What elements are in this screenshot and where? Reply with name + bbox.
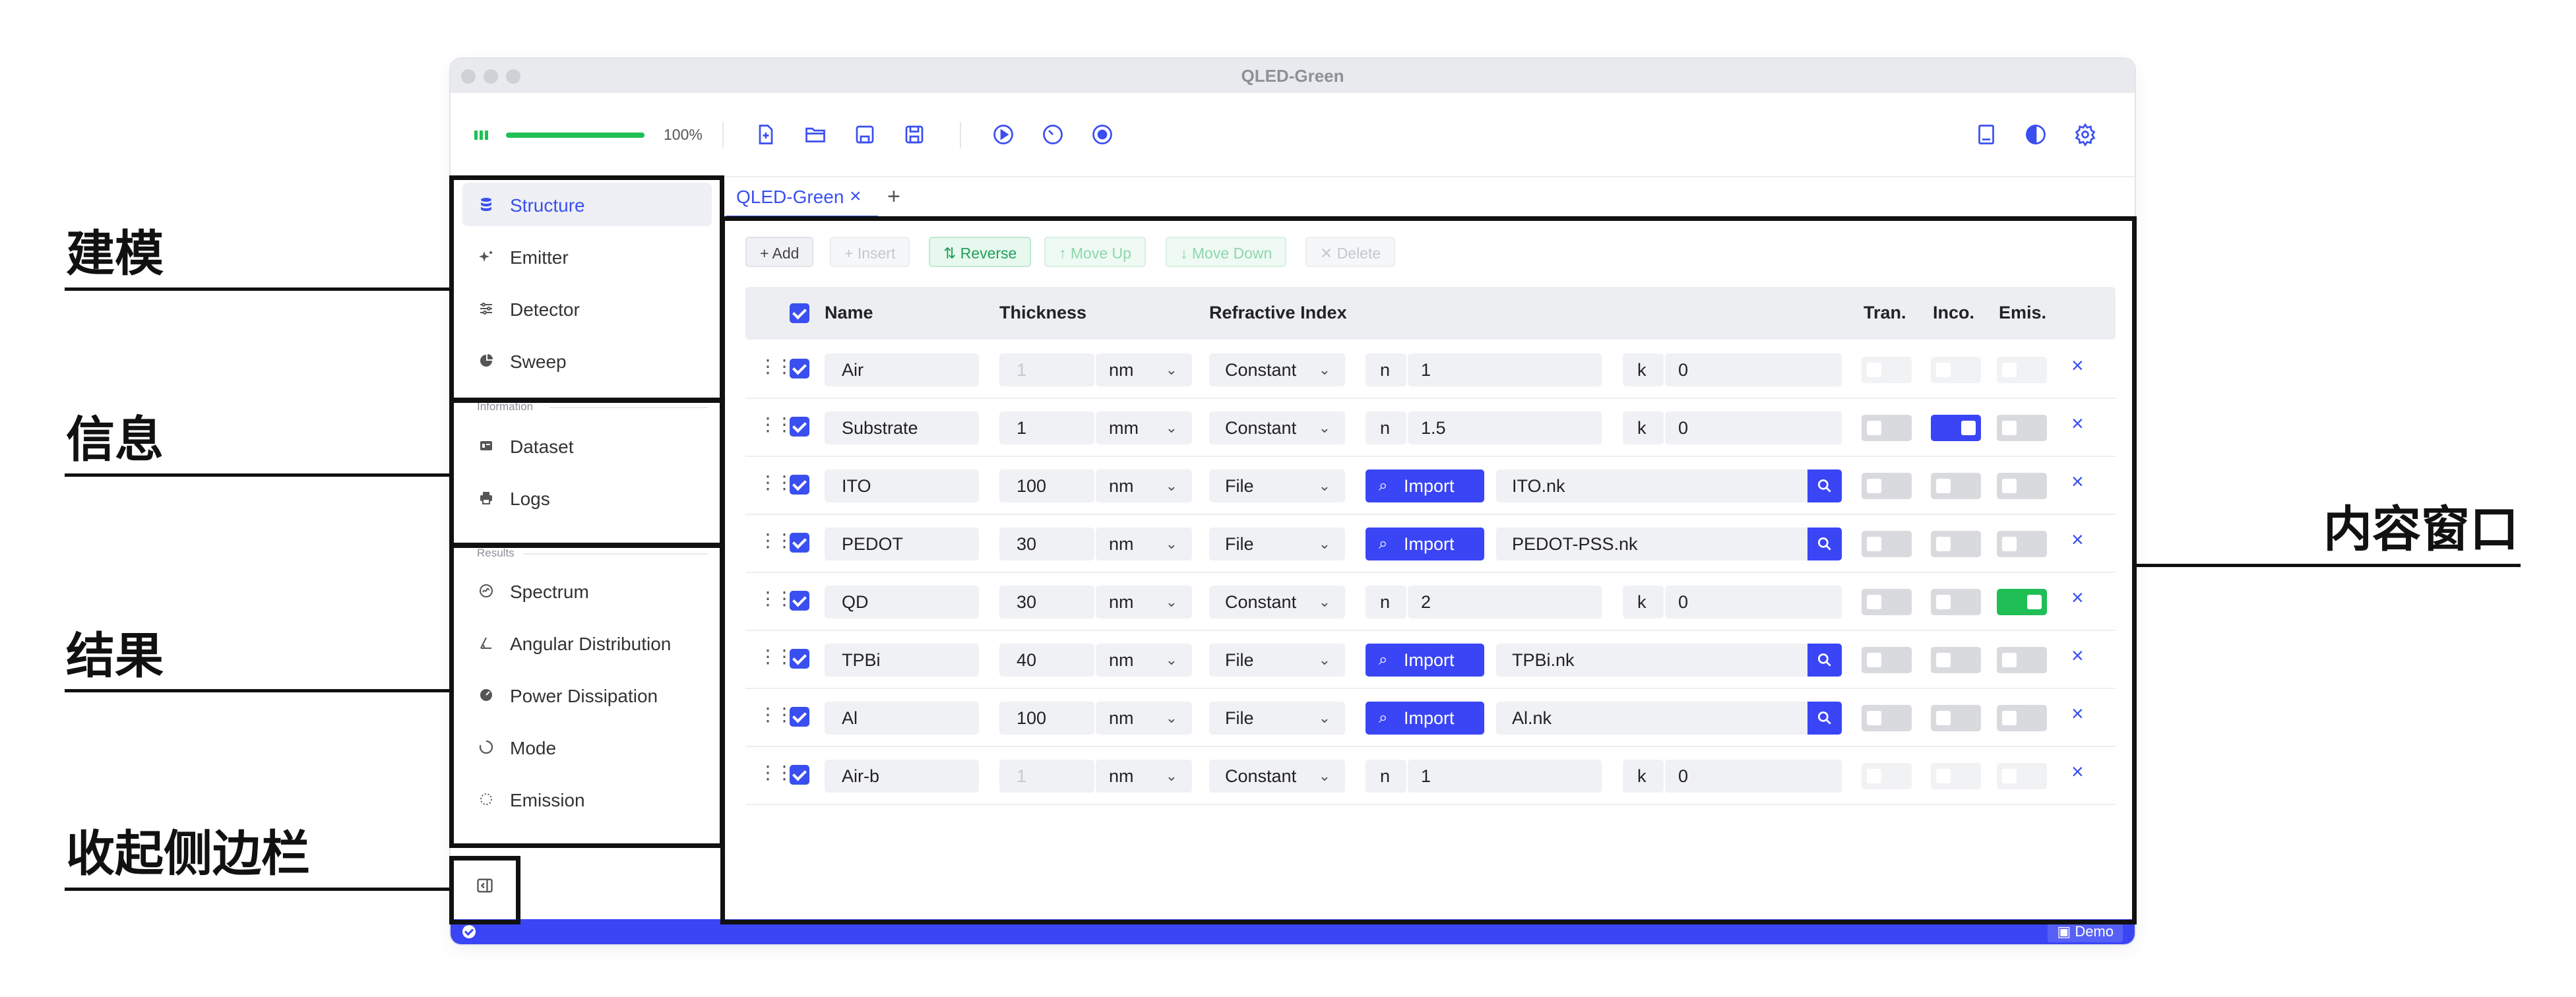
annotation-line	[2135, 564, 2521, 567]
progress-percent: 100%	[664, 126, 703, 143]
new-file-icon[interactable]	[754, 123, 778, 146]
annotation-line	[65, 473, 454, 477]
tab-qled-green[interactable]: QLED-Green ×	[726, 176, 878, 218]
toolbar-divider	[722, 122, 724, 148]
progress-icon	[474, 131, 489, 140]
timer-icon[interactable]	[1041, 123, 1065, 146]
toolbar: 100%	[451, 93, 2135, 177]
open-folder-icon[interactable]	[803, 123, 827, 146]
toolbar-divider	[960, 122, 961, 148]
demo-icon: ▣	[2057, 923, 2075, 940]
book-icon[interactable]	[1974, 123, 1998, 146]
save-as-icon[interactable]	[902, 123, 926, 146]
content-box	[720, 216, 2137, 924]
annotation-results: 结果	[66, 628, 164, 684]
info-box	[449, 398, 724, 547]
annotation-line	[65, 888, 454, 891]
tab-label: QLED-Green	[736, 187, 844, 207]
play-icon[interactable]	[991, 123, 1015, 146]
status-ok-icon	[462, 925, 476, 938]
theme-icon[interactable]	[2024, 123, 2048, 146]
annotation-line	[65, 287, 454, 291]
save-icon[interactable]	[853, 123, 877, 146]
modeling-box	[449, 175, 724, 402]
annotation-content-window: 内容窗口	[2323, 501, 2519, 558]
settings-icon[interactable]	[2073, 123, 2097, 147]
progress-bar	[506, 133, 644, 138]
add-tab-icon[interactable]: +	[887, 184, 900, 210]
progress-bar-fill	[506, 133, 644, 138]
demo-label: Demo	[2075, 923, 2114, 940]
collapse-box	[449, 856, 520, 924]
annotation-modeling: 建模	[66, 226, 164, 282]
tab-close-icon[interactable]: ×	[850, 185, 862, 208]
annotation-info: 信息	[66, 411, 164, 468]
annotation-collapse-sidebar: 收起侧边栏	[66, 826, 310, 882]
record-icon[interactable]	[1090, 123, 1114, 146]
title-bar: QLED-Green	[451, 59, 2135, 93]
results-box	[449, 543, 724, 848]
window-title: QLED-Green	[1241, 66, 1344, 86]
annotation-line	[65, 689, 454, 692]
